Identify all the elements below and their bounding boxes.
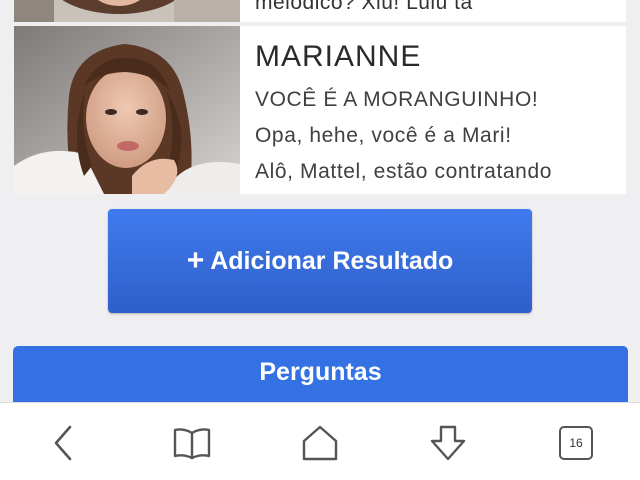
back-button[interactable] xyxy=(40,419,88,467)
plus-icon: + xyxy=(186,244,205,277)
back-icon xyxy=(54,425,72,461)
add-result-label: Adicionar Resultado xyxy=(210,246,454,275)
result-photo xyxy=(14,26,240,194)
result-description-line: Alô, Mattel, estão contratando xyxy=(255,160,552,183)
browser-toolbar: 16 xyxy=(0,402,640,480)
result-card-previous[interactable]: melódico? Xiu! Lulu tá xyxy=(14,0,626,22)
result-photo-previous xyxy=(14,0,240,22)
page-viewport: melódico? Xiu! Lulu tá MARIANNE VOCÊ É A… xyxy=(0,0,640,402)
result-title: MARIANNE xyxy=(255,40,422,73)
download-icon xyxy=(430,425,466,461)
result-description-line: VOCÊ É A MORANGUINHO! xyxy=(255,88,539,111)
home-icon xyxy=(302,425,338,461)
home-button[interactable] xyxy=(296,419,344,467)
section-title: Perguntas xyxy=(259,358,382,386)
result-card-marianne[interactable]: MARIANNE VOCÊ É A MORANGUINHO! Opa, hehe… xyxy=(14,26,626,194)
result-text: MARIANNE VOCÊ É A MORANGUINHO! Opa, hehe… xyxy=(255,26,616,194)
result-description-line: melódico? Xiu! Lulu tá xyxy=(255,0,473,14)
bookmarks-icon xyxy=(173,428,211,460)
result-description-line: Opa, hehe, você é a Mari! xyxy=(255,124,512,147)
download-button[interactable] xyxy=(424,419,472,467)
bookmarks-button[interactable] xyxy=(168,419,216,467)
tabs-button[interactable]: 16 xyxy=(552,419,600,467)
tabs-icon: 16 xyxy=(559,426,593,460)
result-text-previous: melódico? Xiu! Lulu tá xyxy=(255,0,616,22)
add-result-button[interactable]: + Adicionar Resultado xyxy=(108,209,532,313)
questions-section-header[interactable]: Perguntas xyxy=(13,346,628,402)
